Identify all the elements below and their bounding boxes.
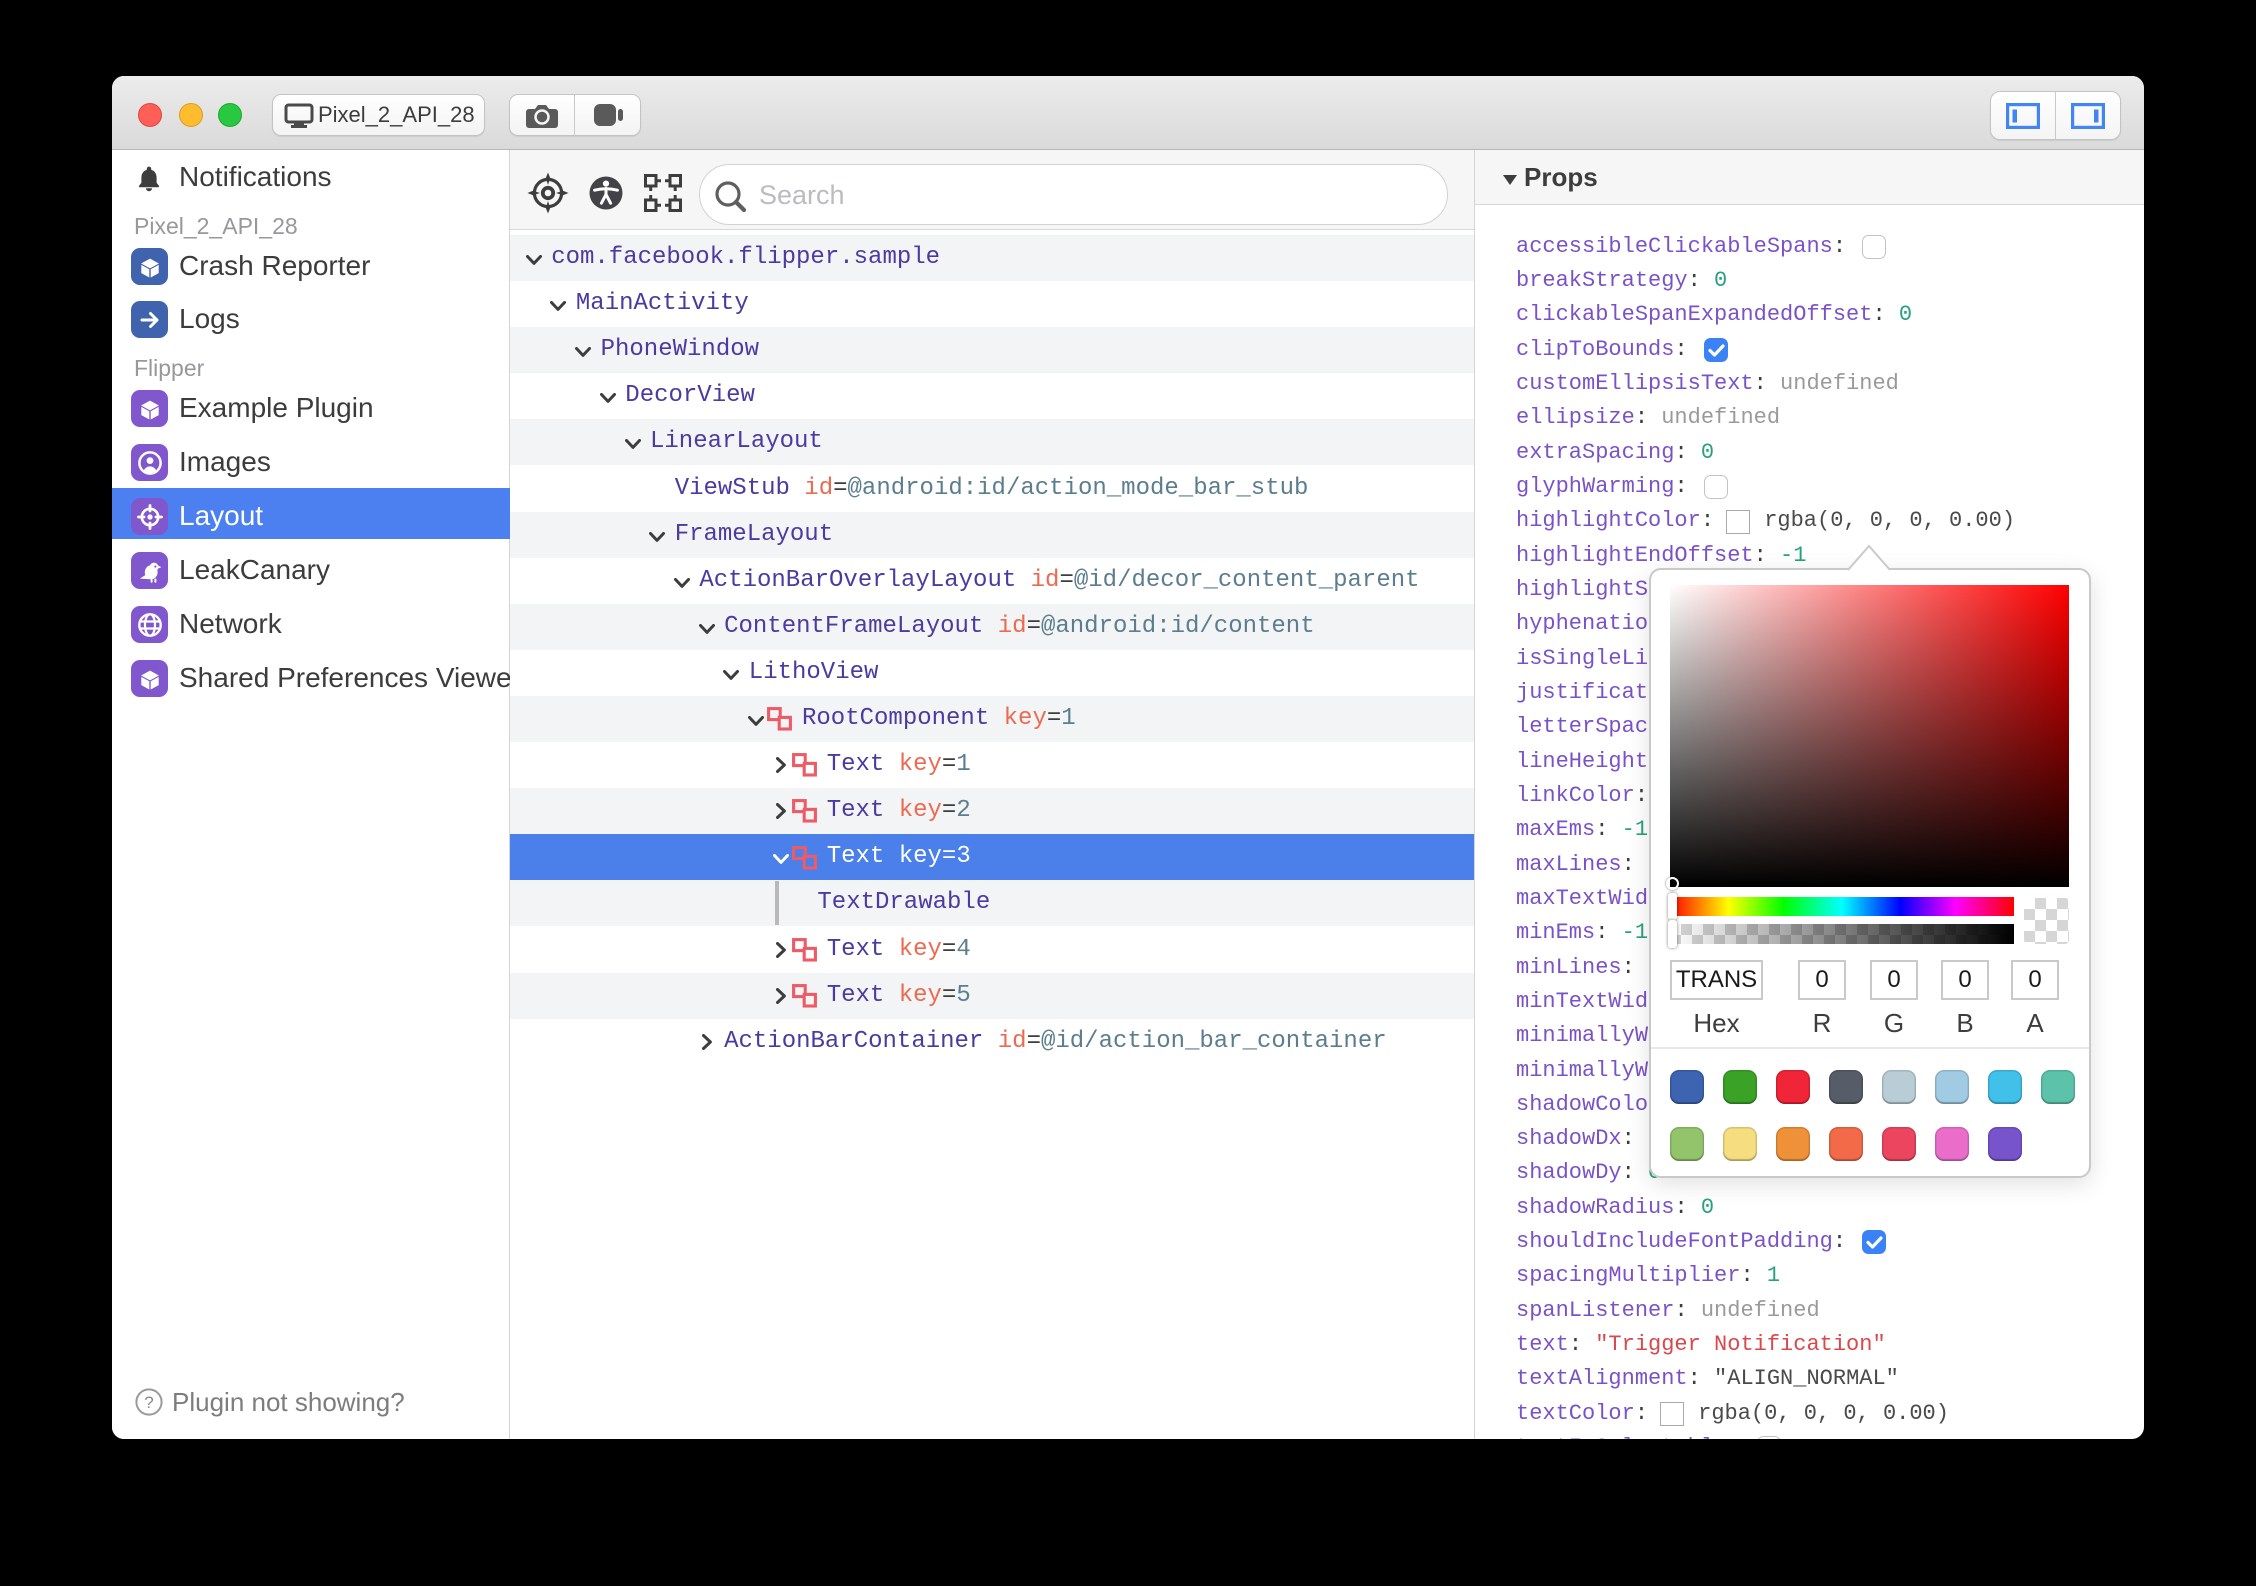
svg-text:?: ? (144, 1393, 153, 1412)
